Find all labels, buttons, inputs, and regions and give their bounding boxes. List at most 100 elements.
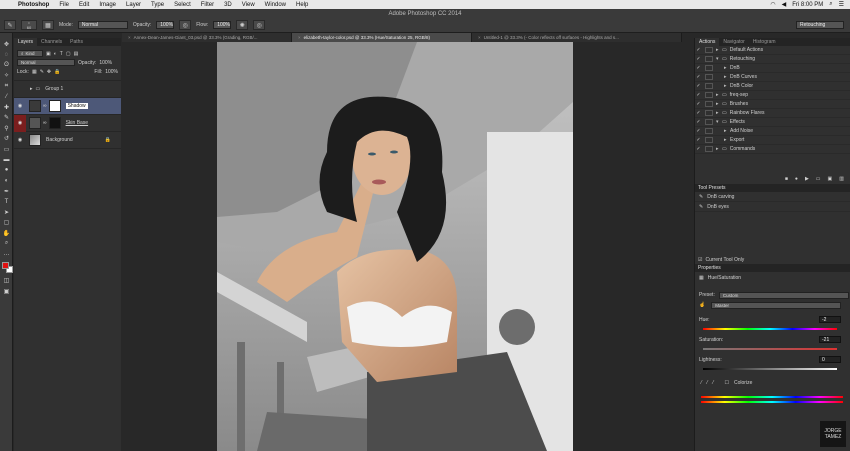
close-icon[interactable]: × — [478, 35, 481, 40]
visibility-eye-icon[interactable]: ◉ — [14, 114, 26, 132]
layer-filter-select[interactable]: ⌕ Kind — [17, 50, 43, 57]
eyedropper-tool-icon[interactable]: ⁄ — [0, 92, 13, 103]
action-item[interactable]: ✓ ▸ DnB — [695, 64, 850, 73]
action-set[interactable]: ✓ ▸ ▭ Rainbow Flares — [695, 109, 850, 118]
hue-slider[interactable] — [703, 328, 837, 330]
channel-select[interactable]: Master — [711, 301, 842, 309]
marquee-tool-icon[interactable]: ◌ — [0, 50, 13, 61]
lock-paint-icon[interactable]: ✎ — [40, 69, 44, 75]
eyedropper-add-icon[interactable]: ⁄ — [707, 380, 708, 386]
tool-preset-item[interactable]: ✎ DnB carving — [695, 192, 850, 202]
new-action-icon[interactable]: ▣ — [828, 176, 833, 182]
foreground-color-swatch[interactable] — [2, 261, 9, 269]
hue-value[interactable]: -2 — [819, 316, 841, 323]
eyedropper-subtract-icon[interactable]: ⁄ — [713, 380, 714, 386]
check-icon[interactable]: ✓ — [695, 119, 702, 125]
check-icon[interactable]: ✓ — [695, 74, 702, 80]
check-icon[interactable]: ✓ — [695, 92, 702, 98]
mode-select[interactable]: Normal — [77, 21, 128, 29]
play-icon[interactable]: ▶ — [805, 176, 809, 182]
move-tool-icon[interactable]: ✥ — [0, 39, 13, 50]
lock-transparency-icon[interactable]: ▦ — [32, 69, 37, 75]
dialog-toggle[interactable] — [705, 56, 713, 62]
lock-position-icon[interactable]: ✥ — [47, 69, 51, 75]
volume-icon[interactable]: ◀ — [782, 1, 787, 8]
stop-icon[interactable]: ■ — [785, 176, 788, 182]
menu-edit[interactable]: Edit — [79, 2, 89, 8]
dialog-toggle[interactable] — [705, 47, 713, 53]
filter-shape-icon[interactable]: ▢ — [66, 51, 71, 57]
action-item[interactable]: ✓ ▸ DnB Color — [695, 82, 850, 91]
filter-type-icon[interactable]: T — [60, 51, 63, 57]
menu-layer[interactable]: Layer — [126, 2, 141, 8]
colorize-checkbox[interactable]: ☐ — [725, 380, 729, 386]
tab-document-2[interactable]: × elizabeth-taylor-color.psd @ 33.3% (Hu… — [292, 33, 472, 42]
menu-3d[interactable]: 3D — [224, 2, 232, 8]
record-icon[interactable]: ● — [795, 176, 798, 182]
visibility-eye-icon[interactable]: ◉ — [14, 132, 26, 149]
pressure-size-icon[interactable]: ◎ — [253, 20, 266, 30]
action-set[interactable]: ✓ ▸ ▭ freq-sep — [695, 91, 850, 100]
tool-preset-item[interactable]: ✎ DnB eyes — [695, 202, 850, 212]
menu-filter[interactable]: Filter — [201, 2, 214, 8]
preset-select[interactable]: Custom — [718, 291, 849, 299]
check-icon[interactable]: ✓ — [695, 65, 702, 71]
filter-pixel-icon[interactable]: ▣ — [46, 51, 51, 57]
quick-select-tool-icon[interactable]: ✧ — [0, 71, 13, 82]
eyedropper-icon[interactable]: ⁄ — [701, 380, 702, 386]
eraser-tool-icon[interactable]: ▭ — [0, 144, 13, 155]
wifi-icon[interactable]: ◠ — [770, 1, 775, 8]
screen-mode-icon[interactable]: ▣ — [0, 286, 13, 297]
group-expand-icon[interactable]: ▸ — [30, 86, 33, 92]
action-item[interactable]: ✓ ▸ DnB Curves — [695, 73, 850, 82]
action-set[interactable]: ✓ ▾ ▭ Effects — [695, 118, 850, 127]
crop-tool-icon[interactable]: ⌗ — [0, 81, 13, 92]
lightness-value[interactable]: 0 — [819, 356, 841, 363]
document-image[interactable] — [217, 42, 573, 451]
clone-stamp-tool-icon[interactable]: ⚲ — [0, 123, 13, 134]
check-icon[interactable]: ✓ — [695, 101, 702, 107]
dialog-toggle[interactable] — [705, 146, 713, 152]
menu-type[interactable]: Type — [151, 2, 164, 8]
zoom-tool-icon[interactable]: ⌕ — [0, 239, 13, 250]
filter-smart-icon[interactable]: ▤ — [74, 51, 79, 57]
menu-window[interactable]: Window — [265, 2, 286, 8]
action-set[interactable]: ✓ ▸ ▭ Commands — [695, 145, 850, 154]
lock-all-icon[interactable]: 🔒 — [54, 69, 60, 75]
more-tools-icon[interactable]: … — [0, 249, 13, 260]
pressure-opacity-icon[interactable]: ◎ — [179, 20, 192, 30]
history-brush-tool-icon[interactable]: ↺ — [0, 134, 13, 145]
tab-document-3[interactable]: × Untitled-1 @ 33.3% (- Color reflects o… — [472, 33, 682, 42]
brush-tool-icon[interactable]: ✎ — [0, 113, 13, 124]
close-icon[interactable]: × — [128, 35, 131, 40]
menu-image[interactable]: Image — [99, 2, 116, 8]
layer-opacity-field[interactable]: 100% — [99, 60, 112, 66]
tab-actions[interactable]: Actions — [695, 38, 720, 46]
layer-fill-field[interactable]: 100% — [105, 69, 118, 75]
dialog-toggle[interactable] — [705, 101, 713, 107]
check-icon[interactable]: ✓ — [695, 83, 702, 89]
type-tool-icon[interactable]: T — [0, 197, 13, 208]
check-icon[interactable]: ✓ — [695, 146, 702, 152]
opacity-field[interactable]: 100% — [156, 21, 175, 29]
new-set-icon[interactable]: ▭ — [816, 176, 821, 182]
lasso-tool-icon[interactable]: ʘ — [0, 60, 13, 71]
menu-help[interactable]: Help — [296, 2, 308, 8]
menu-select[interactable]: Select — [174, 2, 191, 8]
tab-paths[interactable]: Paths — [66, 38, 87, 46]
tab-histogram[interactable]: Histogram — [749, 38, 780, 46]
saturation-value[interactable]: -21 — [819, 336, 841, 343]
close-icon[interactable]: × — [298, 35, 301, 40]
blend-mode-select[interactable]: Normal — [17, 59, 75, 66]
saturation-slider[interactable] — [703, 348, 837, 350]
pen-tool-icon[interactable]: ✒ — [0, 186, 13, 197]
hand-tool-icon[interactable]: ✋ — [0, 228, 13, 239]
menu-view[interactable]: View — [242, 2, 255, 8]
tab-navigator[interactable]: Navigator — [719, 38, 748, 46]
dialog-toggle[interactable] — [705, 92, 713, 98]
check-icon[interactable]: ✓ — [695, 128, 702, 134]
checkbox[interactable]: ☑ — [698, 257, 702, 263]
healing-tool-icon[interactable]: ✚ — [0, 102, 13, 113]
clock[interactable]: Fri 8:00 PM — [792, 2, 823, 8]
canvas-area[interactable] — [122, 42, 795, 451]
